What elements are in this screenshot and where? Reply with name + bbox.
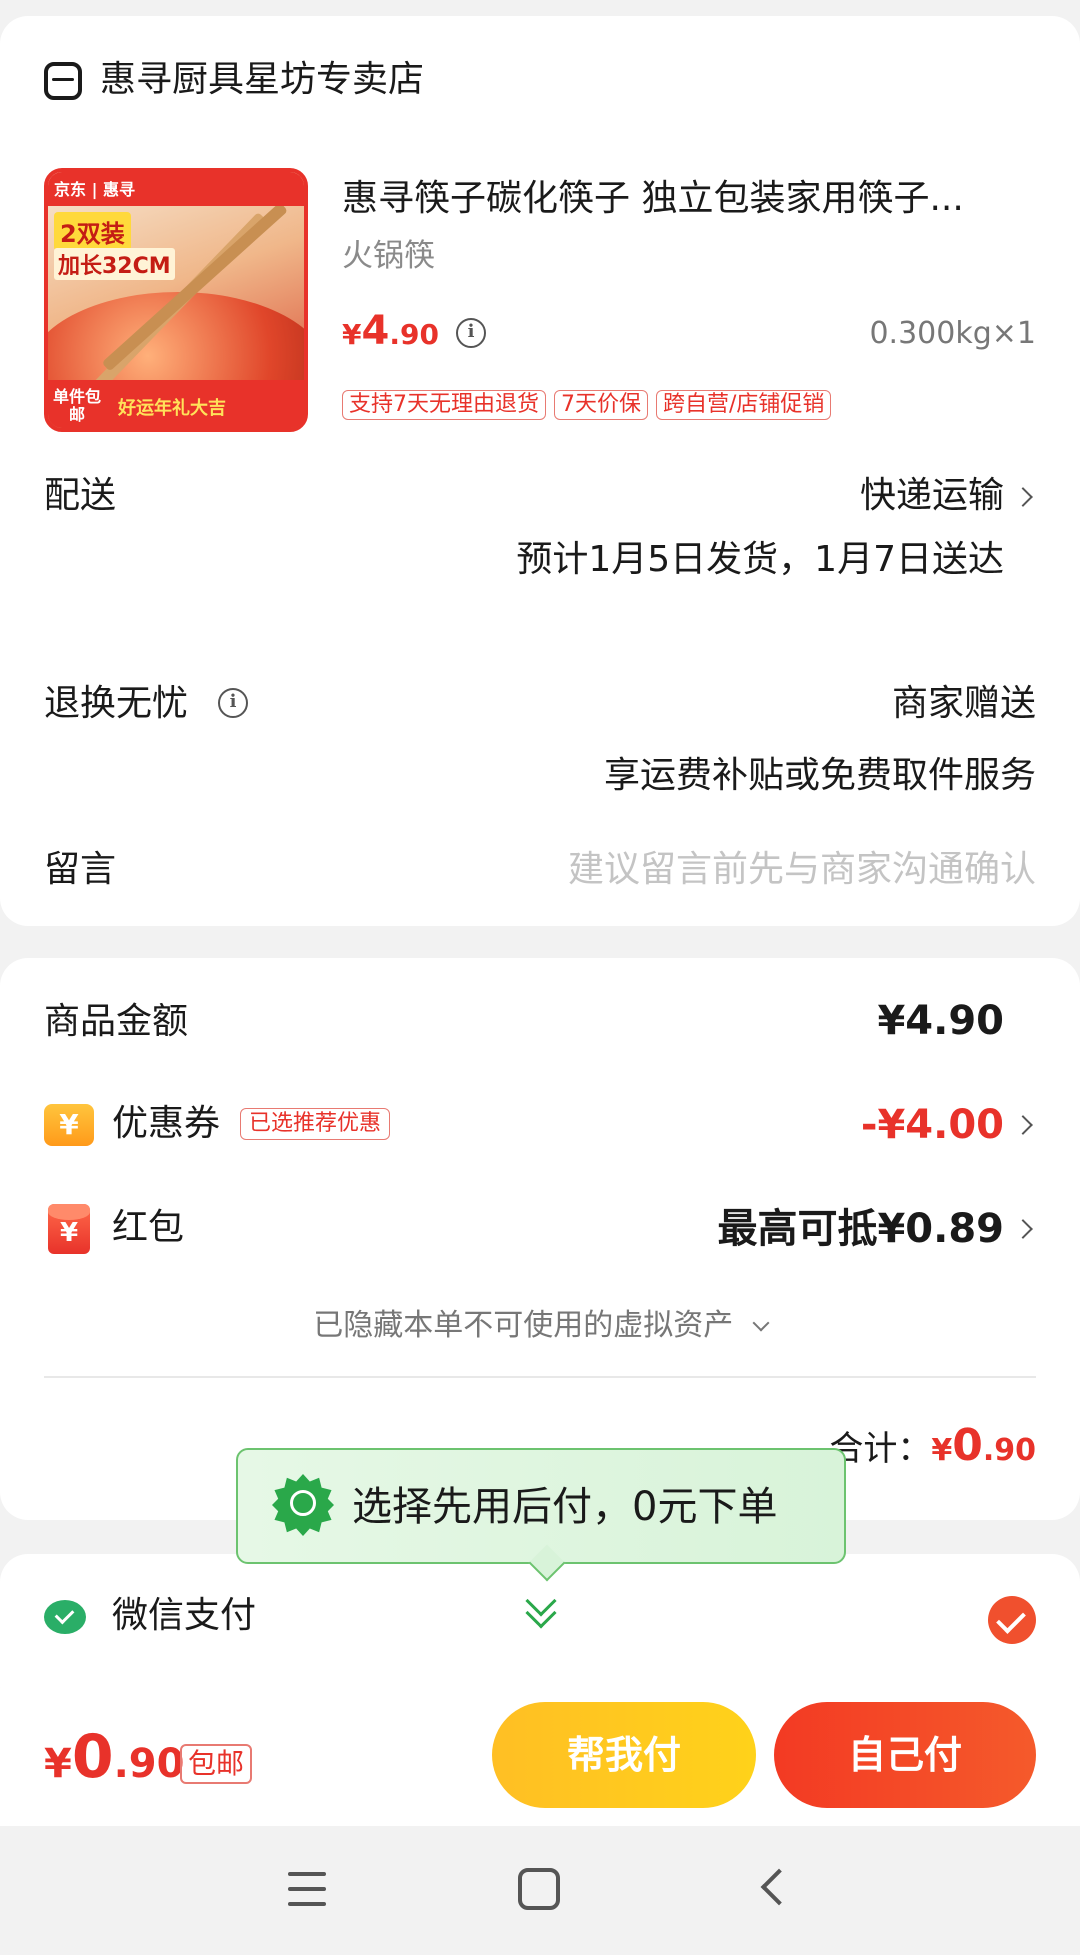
checked-icon[interactable] <box>988 1596 1036 1644</box>
red-packet-amount[interactable]: 最高可抵¥0.89 <box>717 1204 1004 1254</box>
product-quantity: 0.300kg×1 <box>869 316 1036 351</box>
hidden-assets-text: 已隐藏本单不可使用的虚拟资产 <box>313 1308 734 1343</box>
red-packet-icon: ¥ <box>48 1204 90 1254</box>
home-icon[interactable] <box>518 1868 560 1910</box>
free-shipping-badge: 包邮 <box>180 1744 253 1784</box>
message-input[interactable]: 建议留言前先与商家沟通确认 <box>568 846 1036 894</box>
pay-later-tooltip-text: 选择先用后付，0元下单 <box>352 1484 778 1530</box>
red-packet-label: 红包 <box>112 1207 185 1248</box>
service-tags: 支持7天无理由退货 7天价保 跨自营/店铺促销 <box>342 390 832 420</box>
returns-value: 商家赠送 <box>891 683 1036 724</box>
pay-later-tooltip[interactable]: 选择先用后付，0元下单 <box>236 1448 846 1564</box>
returns-label: 退换无忧 <box>44 683 189 724</box>
product-title[interactable]: 惠寻筷子碳化筷子 独立包装家用筷子... <box>342 176 1010 222</box>
wechat-pay-icon <box>44 1600 86 1634</box>
store-name[interactable]: 惠寻厨具星坊专卖店 <box>100 56 424 104</box>
order-total: 合计： ¥ 0 .90 <box>829 1420 1036 1472</box>
service-tag: 支持7天无理由退货 <box>342 390 546 420</box>
delivery-eta: 预计1月5日发货，1月7日送达 <box>516 539 1004 580</box>
returns-detail: 享运费补贴或免费取件服务 <box>603 755 1036 796</box>
store-icon <box>44 62 82 100</box>
product-image[interactable]: 京东 | 惠寻 2双装 加长32CM 单件包邮 好运年礼大吉 <box>44 168 308 432</box>
checkout-price-integer: 0 <box>71 1722 114 1792</box>
summary-divider <box>44 1376 1036 1378</box>
delivery-label: 配送 <box>44 475 117 516</box>
double-chevron-down-icon[interactable] <box>522 1585 562 1629</box>
image-brand-text: 京东 | 惠寻 <box>54 180 135 199</box>
delivery-method[interactable]: 快递运输 <box>860 472 1004 520</box>
image-length-text: 加长32CM <box>54 248 175 280</box>
pay-myself-button[interactable]: 自己付 <box>774 1702 1036 1808</box>
hidden-assets-toggle[interactable]: 已隐藏本单不可使用的虚拟资产 <box>0 1306 1080 1346</box>
price-integer: 4 <box>361 308 390 354</box>
price-decimal: .90 <box>389 318 439 351</box>
service-tag: 跨自营/店铺促销 <box>656 390 832 420</box>
total-decimal: .90 <box>982 1433 1036 1468</box>
coupon-amount[interactable]: -¥4.00 <box>861 1100 1004 1150</box>
checkout-price: ¥0.90 <box>44 1722 184 1807</box>
service-tag: 7天价保 <box>554 390 648 420</box>
image-promo-text: 好运年礼大吉 <box>118 398 226 419</box>
goods-amount-value: ¥4.90 <box>877 998 1004 1044</box>
recent-apps-icon[interactable] <box>288 1872 326 1906</box>
product-variant: 火锅筷 <box>342 238 435 274</box>
coupon-icon: ¥ <box>44 1104 94 1146</box>
coupon-label: 优惠券 <box>112 1103 221 1144</box>
payment-method-label[interactable]: 微信支付 <box>112 1592 256 1640</box>
chevron-down-icon <box>752 1314 770 1332</box>
total-integer: 0 <box>952 1420 983 1471</box>
help-me-pay-button[interactable]: 帮我付 <box>492 1702 756 1808</box>
user-icon <box>290 1490 316 1516</box>
image-pack-text: 2双装 <box>54 212 131 251</box>
checkout-price-decimal: .90 <box>113 1741 185 1787</box>
checkout-price-symbol: ¥ <box>44 1741 72 1787</box>
goods-amount-label: 商品金额 <box>44 1001 189 1042</box>
returns-info-icon[interactable]: i <box>218 688 248 718</box>
message-label: 留言 <box>44 849 117 890</box>
price-symbol: ¥ <box>342 318 362 351</box>
product-price: ¥4.90 <box>342 306 439 364</box>
total-symbol: ¥ <box>931 1433 953 1468</box>
image-shipping-text: 单件包邮 <box>52 387 101 424</box>
coupon-badge: 已选推荐优惠 <box>240 1108 391 1140</box>
price-info-icon[interactable]: i <box>456 318 486 348</box>
